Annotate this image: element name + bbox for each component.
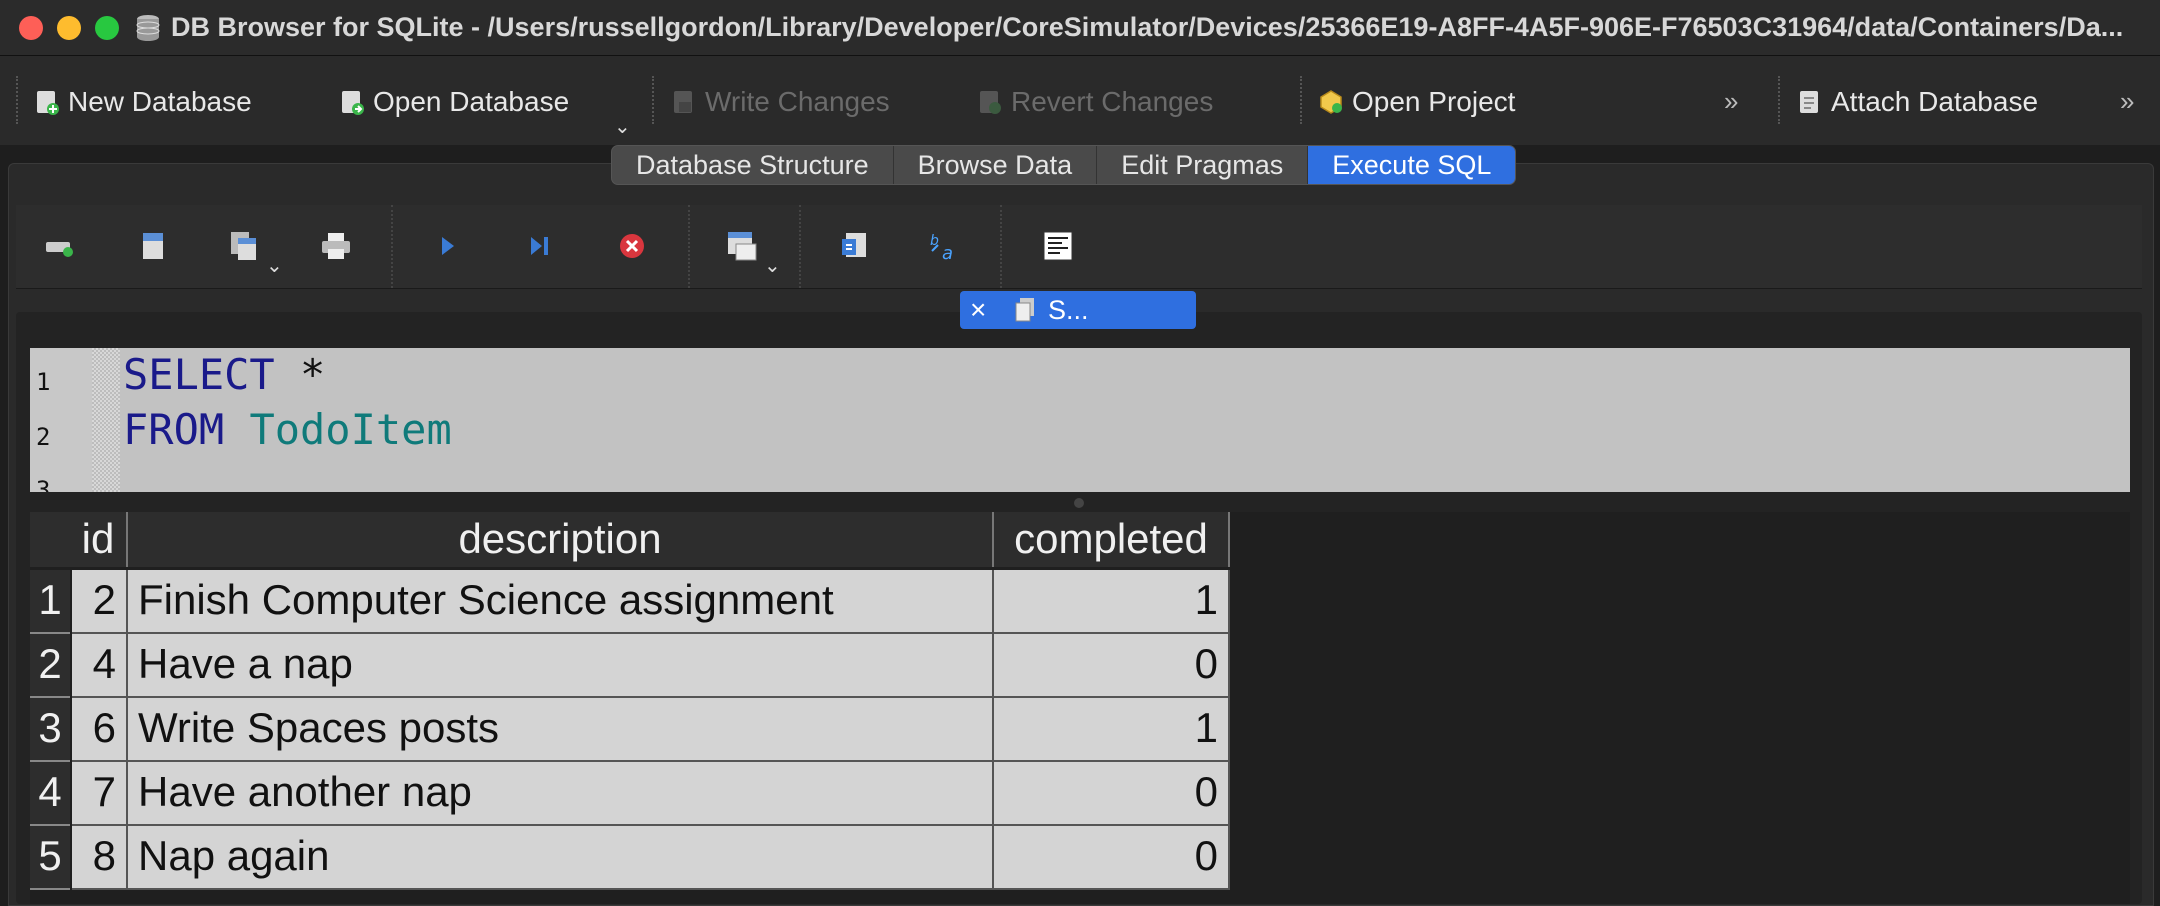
- find-replace-icon[interactable]: ba: [926, 227, 964, 265]
- main-toolbar: New Database Open Database ⌄ Write Chang…: [0, 56, 2160, 145]
- line-number-gutter: 1 2 3: [30, 348, 92, 492]
- row-header[interactable]: 1: [30, 570, 70, 634]
- sql-editor[interactable]: 1 2 3 SELECT * FROM TodoItem: [30, 348, 2130, 492]
- sql-tab-label: S...: [1048, 294, 1089, 325]
- open-sql-file-icon[interactable]: [134, 227, 172, 265]
- zoom-window-button[interactable]: [95, 15, 119, 40]
- row-header[interactable]: 5: [30, 826, 70, 890]
- cell-id[interactable]: 2: [72, 570, 128, 634]
- line-number: 3: [36, 476, 51, 492]
- row-header[interactable]: 3: [30, 698, 70, 762]
- document-icon: [1015, 298, 1034, 322]
- sql-wildcard: *: [274, 350, 326, 399]
- open-project-button[interactable]: Open Project: [1318, 86, 1515, 118]
- cell-id[interactable]: 4: [72, 634, 128, 698]
- tab-browse-data[interactable]: Browse Data: [894, 146, 1098, 184]
- database-icon: [136, 14, 160, 41]
- new-database-button[interactable]: New Database: [34, 86, 252, 118]
- cell-description[interactable]: Have another nap: [128, 762, 994, 826]
- attach-database-button[interactable]: Attach Database: [1797, 86, 2038, 118]
- open-project-icon: [1320, 90, 1342, 114]
- execute-line-icon[interactable]: [521, 227, 559, 265]
- cell-id[interactable]: 8: [72, 826, 128, 890]
- new-database-label: New Database: [68, 86, 252, 117]
- open-database-label: Open Database: [373, 86, 570, 117]
- sql-toolbar-separator: [688, 205, 690, 288]
- results-grid[interactable]: id description completed 1 2 3 4 5 2 Fin…: [30, 512, 2130, 904]
- sql-toolbar-separator: [1000, 205, 1002, 288]
- open-project-label: Open Project: [1352, 86, 1516, 117]
- sql-keyword: SELECT: [123, 350, 275, 399]
- tab-execute-sql[interactable]: Execute SQL: [1308, 146, 1516, 184]
- save-results-icon[interactable]: [723, 227, 761, 265]
- line-number: 1: [36, 368, 51, 396]
- write-changes-icon: [674, 91, 692, 113]
- cell-id[interactable]: 7: [72, 762, 128, 826]
- revert-changes-label: Revert Changes: [1011, 86, 1214, 117]
- save-results-dropdown-icon[interactable]: ⌄: [764, 253, 781, 278]
- sql-tab-active[interactable]: × S...: [960, 291, 1196, 329]
- toolbar-separator: [16, 76, 18, 124]
- write-changes-label: Write Changes: [705, 86, 890, 117]
- toolbar-separator: [1300, 76, 1302, 124]
- tab-database-structure[interactable]: Database Structure: [612, 146, 894, 184]
- column-header-id[interactable]: id: [70, 512, 128, 567]
- revert-changes-button[interactable]: Revert Changes: [977, 86, 1213, 118]
- cell-completed[interactable]: 0: [994, 826, 1230, 890]
- execute-all-icon[interactable]: [428, 227, 466, 265]
- sql-toolbar-separator: [391, 205, 393, 288]
- open-database-button[interactable]: Open Database: [339, 86, 569, 118]
- line-number: 2: [36, 423, 51, 451]
- toolbar-overflow-icon-2[interactable]: »: [2120, 86, 2134, 117]
- fold-margin: [92, 348, 120, 492]
- open-database-dropdown-icon[interactable]: ⌄: [614, 114, 631, 139]
- print-icon[interactable]: [317, 227, 355, 265]
- toolbar-overflow-icon[interactable]: »: [1724, 86, 1738, 117]
- svg-text:a: a: [942, 243, 953, 261]
- code-line-2: FROM TodoItem: [123, 405, 452, 454]
- splitter-handle[interactable]: [1074, 498, 1084, 508]
- row-header[interactable]: 2: [30, 634, 70, 698]
- open-tab-icon[interactable]: [41, 227, 79, 265]
- cell-description[interactable]: Nap again: [128, 826, 994, 890]
- close-window-button[interactable]: [19, 15, 43, 40]
- cell-completed[interactable]: 0: [994, 634, 1230, 698]
- row-header[interactable]: 4: [30, 762, 70, 826]
- toolbar-separator: [652, 76, 654, 124]
- tab-edit-pragmas[interactable]: Edit Pragmas: [1097, 146, 1309, 184]
- save-sql-dropdown-icon[interactable]: ⌄: [266, 253, 283, 278]
- cell-completed[interactable]: 1: [994, 570, 1230, 634]
- sql-toolbar-separator: [799, 205, 801, 288]
- find-text-icon[interactable]: [836, 227, 874, 265]
- attach-database-icon: [1800, 91, 1818, 113]
- cell-description[interactable]: Write Spaces posts: [128, 698, 994, 762]
- sql-toolbar: ⌄ ⌄ ba: [16, 205, 2142, 289]
- minimize-window-button[interactable]: [57, 15, 81, 40]
- close-sql-tab-icon[interactable]: ×: [970, 294, 1000, 326]
- open-database-icon: [342, 91, 364, 115]
- new-database-icon: [37, 91, 59, 115]
- window-title: DB Browser for SQLite - /Users/russellgo…: [171, 12, 2124, 42]
- main-tabs: Database Structure Browse Data Edit Prag…: [611, 145, 1517, 185]
- revert-changes-icon: [980, 91, 1001, 114]
- code-line-1: SELECT *: [123, 350, 325, 399]
- cell-completed[interactable]: 0: [994, 762, 1230, 826]
- sql-table-name: TodoItem: [249, 405, 452, 454]
- title-bar: DB Browser for SQLite - /Users/russellgo…: [0, 0, 2160, 56]
- window-controls: [19, 15, 119, 40]
- column-header-description[interactable]: description: [128, 512, 994, 567]
- grid-corner[interactable]: [30, 512, 71, 567]
- cell-id[interactable]: 6: [72, 698, 128, 762]
- column-header-completed[interactable]: completed: [994, 512, 1230, 567]
- cell-completed[interactable]: 1: [994, 698, 1230, 762]
- save-sql-file-icon[interactable]: [225, 227, 263, 265]
- cell-description[interactable]: Have a nap: [128, 634, 994, 698]
- sql-keyword: FROM: [123, 405, 225, 454]
- sql-log-icon[interactable]: [1039, 227, 1077, 265]
- cell-description[interactable]: Finish Computer Science assignment: [128, 570, 994, 634]
- attach-database-label: Attach Database: [1831, 86, 2039, 117]
- write-changes-button[interactable]: Write Changes: [671, 86, 890, 118]
- toolbar-separator: [1778, 76, 1780, 124]
- stop-execution-icon[interactable]: [613, 227, 651, 265]
